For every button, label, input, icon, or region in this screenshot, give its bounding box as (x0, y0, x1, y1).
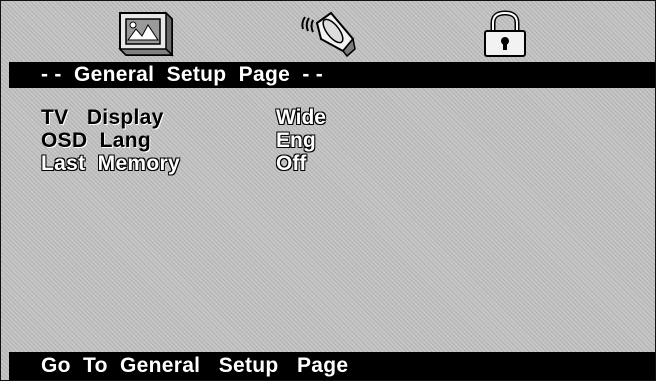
lock-icon (484, 10, 526, 57)
tab-password-setup[interactable] (475, 9, 535, 59)
setting-label: TV Display (41, 106, 164, 129)
setting-value: Eng (276, 129, 316, 152)
setting-row-last-memory[interactable]: Last Memory Off (41, 152, 641, 175)
setting-value: Wide (276, 106, 326, 129)
monitor-icon (118, 11, 174, 57)
page-title-bar: - - General Setup Page - - (9, 62, 655, 88)
tab-general-setup[interactable] (116, 9, 176, 59)
setting-label: OSD Lang (41, 129, 152, 152)
setup-menu-screen: - - General Setup Page - - TV Display Wi… (0, 0, 656, 381)
setting-label: Last Memory (41, 152, 180, 175)
tab-audio-setup[interactable] (297, 9, 361, 59)
setting-value: Off (276, 152, 307, 175)
settings-list: TV Display Wide OSD Lang Eng Last Memory… (41, 106, 641, 175)
setup-tab-bar (1, 1, 655, 59)
setting-row-tv-display[interactable]: TV Display Wide (41, 106, 641, 129)
setting-row-osd-lang[interactable]: OSD Lang Eng (41, 129, 641, 152)
speaker-icon (301, 11, 356, 58)
status-bar: Go To General Setup Page (9, 352, 655, 380)
